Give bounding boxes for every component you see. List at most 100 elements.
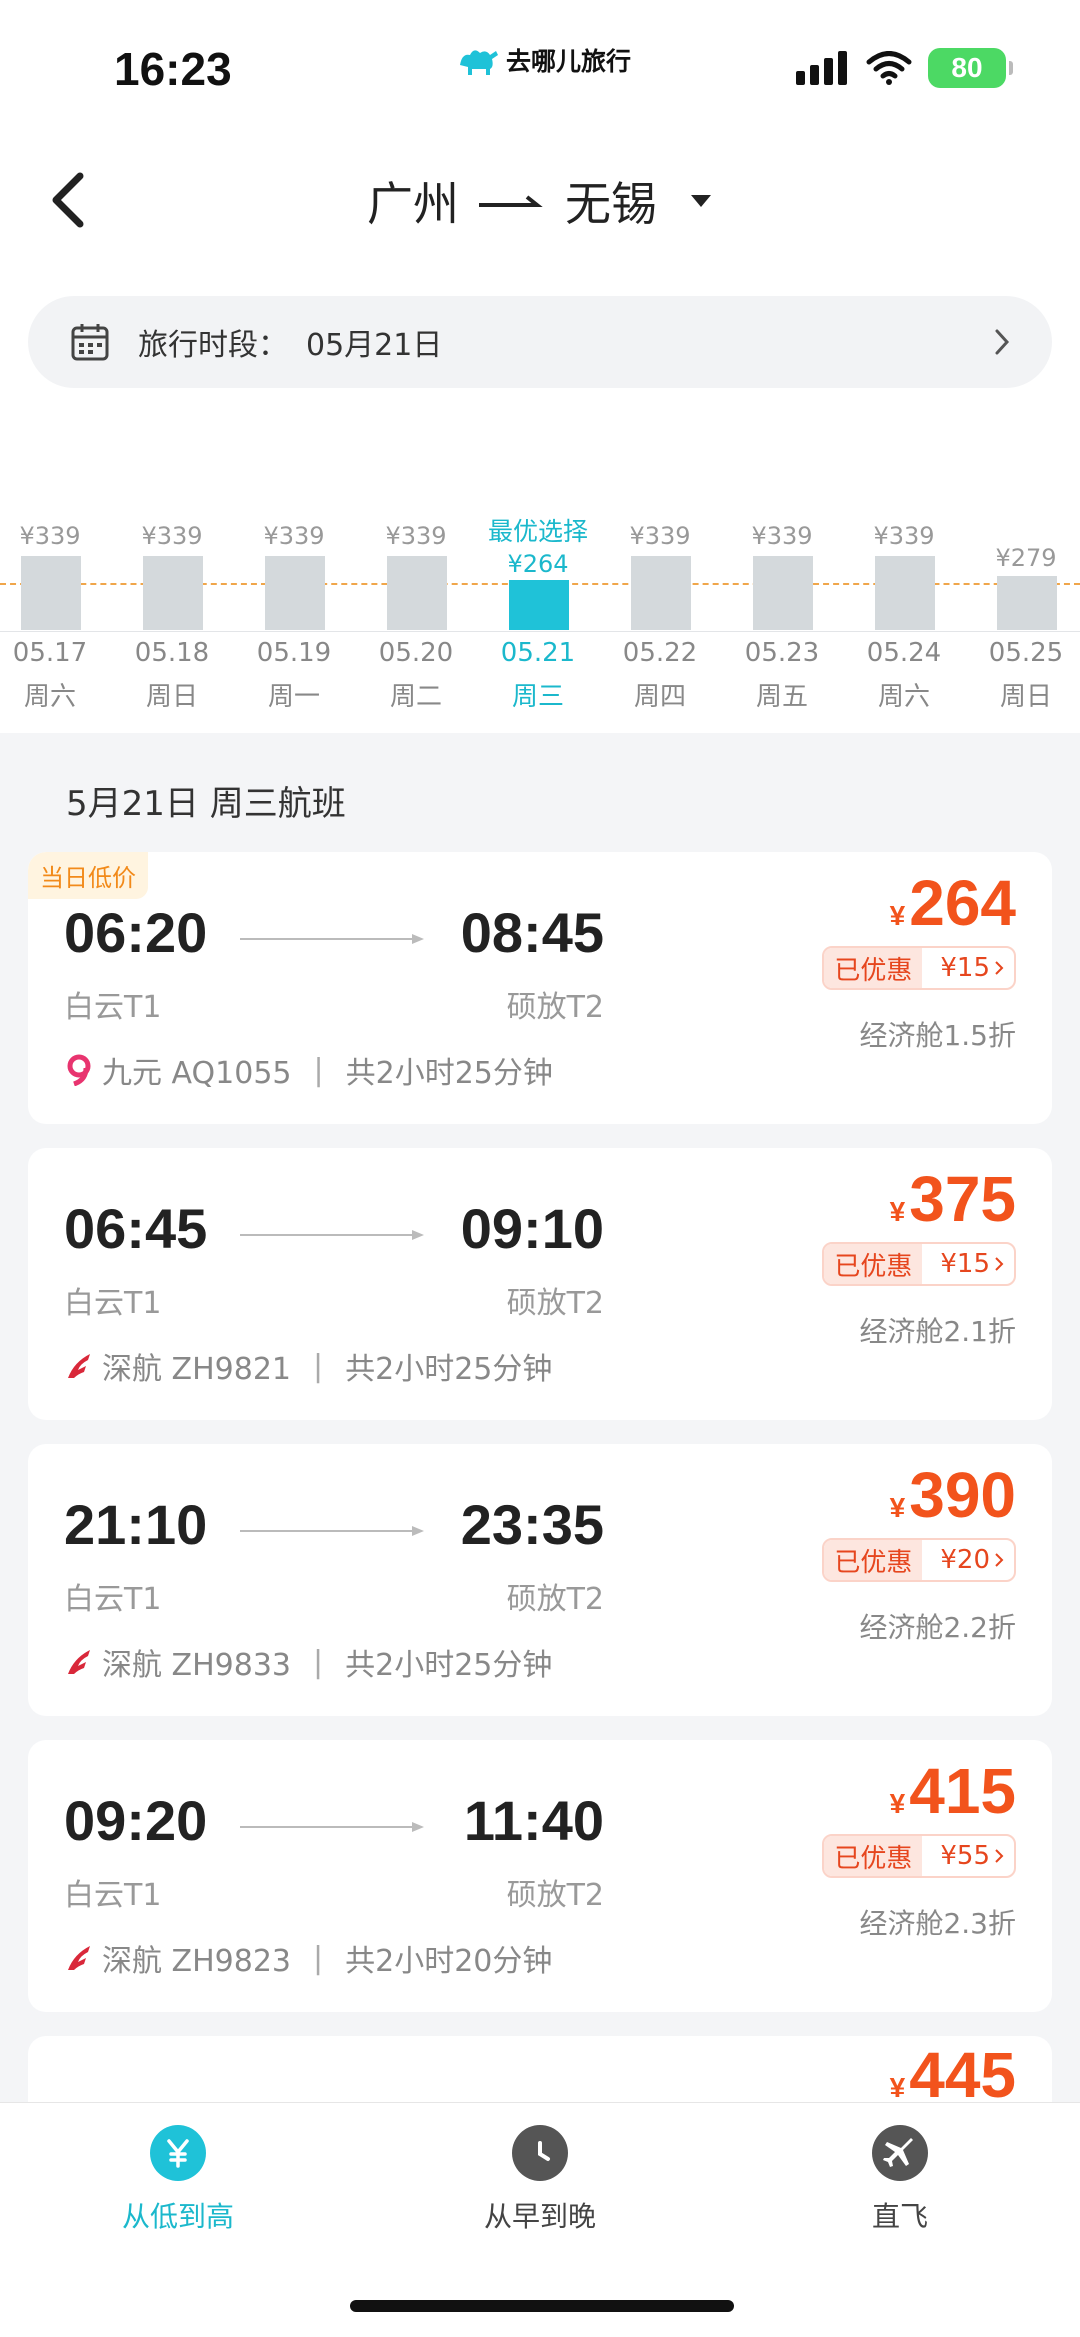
price-bar [21,556,81,630]
flight-price: ¥390 [890,1458,1016,1532]
day-weekday: 周六 [877,682,930,712]
discount-label: 已优惠 [824,1244,923,1284]
day-date: 05.20 [378,638,454,668]
arrival-time: 08:45 [460,901,604,964]
battery-level: 80 [951,52,983,83]
flight-arrow-icon [240,1230,424,1240]
calendar-day-05.23[interactable]: ¥339 05.23 周五 [722,500,842,730]
separator: | [313,1644,324,1680]
airline-flight-number: 深航 ZH9821 [102,1352,291,1387]
departure-time: 21:10 [64,1493,208,1556]
flight-card[interactable]: 09:20 11:40 白云T1 硕放T2 深航 ZH9823 | 共2小时20分钟 ¥415… [28,1740,1052,2012]
day-price: ¥339 [263,522,325,550]
flight-duration: 共2小时25分钟 [345,1648,553,1683]
flight-arrow-icon [240,1822,424,1832]
signal-icon [796,51,847,85]
price-value: 264 [909,867,1016,939]
home-indicator[interactable] [350,2300,734,2312]
price-calendar: ¥339 05.17 周六 ¥339 05.18 周日 ¥339 05.19 周一 ¥339 05.… [0,500,1080,730]
calendar-day-05.22[interactable]: ¥339 05.22 周四 [600,500,720,730]
chevron-down-icon [691,195,711,207]
day-price: ¥264 [507,550,569,578]
calendar-day-05.18[interactable]: ¥339 05.18 周日 [112,500,232,730]
discount-tag[interactable]: 已优惠 ¥20 [822,1538,1016,1582]
cabin-class: 经济舱1.5折 [859,1019,1016,1052]
price-bar [753,556,813,630]
price-value: 415 [909,1755,1016,1827]
discount-tag[interactable]: 已优惠 ¥15 [822,946,1016,990]
travel-period-bar[interactable]: 旅行时段： 05月21日 [28,296,1052,388]
day-weekday: 周日 [145,682,198,712]
day-date: 05.18 [134,638,210,668]
calendar-day-05.21[interactable]: 最优选择 ¥264 05.21 周三 [478,500,598,730]
period-value: 05月21日 [306,328,443,363]
cabin-class: 经济舱2.3折 [859,1907,1016,1940]
wifi-icon [866,51,912,85]
destination-city: 无锡 [565,177,657,231]
day-price: ¥339 [873,522,935,550]
shenzhen-airlines-icon [68,1946,90,1970]
tab-price-low-to-high[interactable]: 从低到高 [58,2125,298,2235]
origin-city: 广州 [367,177,459,231]
discount-tag[interactable]: 已优惠 ¥55 [822,1834,1016,1878]
calendar-day-05.19[interactable]: ¥339 05.19 周一 [234,500,354,730]
discount-amount: ¥20 [922,1545,1014,1575]
flight-card[interactable]: 06:45 09:10 白云T1 硕放T2 深航 ZH9821 | 共2小时25分钟 ¥375… [28,1148,1052,1420]
departure-terminal: 白云T1 [64,1878,162,1913]
separator: | [313,1940,324,1976]
yen-symbol: ¥ [889,1196,906,1227]
day-weekday: 周六 [23,682,76,712]
arrival-terminal: 硕放T2 [506,1582,604,1617]
flight-info: 九元 AQ1055 | 共2小时25分钟 [64,1048,553,1092]
cabin-class: 经济舱2.2折 [859,1611,1016,1644]
price-bar [875,556,935,630]
flight-card[interactable]: 当日低价 06:20 08:45 白云T1 硕放T2 九元 AQ1055 | 共2小时25分钟… [28,852,1052,1124]
tab-direct-flights[interactable]: 直飞 [780,2125,1020,2235]
chevron-right-icon [995,961,1004,975]
price-value: 445 [909,2039,1016,2111]
discount-amount: ¥15 [922,1249,1014,1279]
flight-price: ¥445 [890,2038,1016,2112]
airline-flight-number: 深航 ZH9833 [102,1648,291,1683]
flight-info: 深航 ZH9823 | 共2小时20分钟 [64,1936,552,1980]
calendar-day-05.17[interactable]: ¥339 05.17 周六 [0,500,110,730]
departure-terminal: 白云T1 [64,990,162,1025]
price-bar [387,556,447,630]
chevron-right-icon [995,1257,1004,1271]
section-title: 5月21日 周三航班 [66,784,346,824]
day-weekday: 周三 [511,682,564,712]
discount-value: ¥15 [940,1249,990,1279]
day-weekday: 周五 [755,682,808,712]
discount-value: ¥15 [940,953,990,983]
departure-terminal: 白云T1 [64,1286,162,1321]
discount-value: ¥20 [940,1545,990,1575]
tab-label: 从早到晚 [483,2200,596,2233]
day-weekday: 周一 [267,682,320,712]
yen-symbol: ¥ [889,900,906,931]
tab-label: 直飞 [871,2200,928,2233]
calendar-day-05.24[interactable]: ¥339 05.24 周六 [844,500,964,730]
flight-arrow-icon [240,1526,424,1536]
calendar-icon [71,324,109,361]
carrier-name: 去哪儿旅行 [506,47,632,76]
price-value: 390 [909,1459,1016,1531]
route-selector[interactable]: 广州 无锡 [0,168,1080,234]
flight-duration: 共2小时20分钟 [345,1944,553,1979]
tab-time-early-to-late[interactable]: 从早到晚 [420,2125,660,2235]
status-time: 16:23 [114,43,232,95]
price-bar [631,556,691,630]
shenzhen-airlines-icon [68,1354,90,1378]
route-arrow-icon [479,195,543,207]
day-price: ¥339 [629,522,691,550]
yen-symbol: ¥ [889,1788,906,1819]
discount-label: 已优惠 [824,1540,923,1580]
period-label: 旅行时段： [138,328,288,363]
flight-card[interactable]: 21:10 23:35 白云T1 硕放T2 深航 ZH9833 | 共2小时25分钟 ¥390… [28,1444,1052,1716]
day-date: 05.25 [988,638,1064,668]
discount-tag[interactable]: 已优惠 ¥15 [822,1242,1016,1286]
calendar-day-05.25[interactable]: ¥279 05.25 周日 [966,500,1080,730]
price-bar [509,580,569,630]
day-date: 05.19 [256,638,332,668]
day-date: 05.22 [622,638,698,668]
arrival-terminal: 硕放T2 [506,1878,604,1913]
